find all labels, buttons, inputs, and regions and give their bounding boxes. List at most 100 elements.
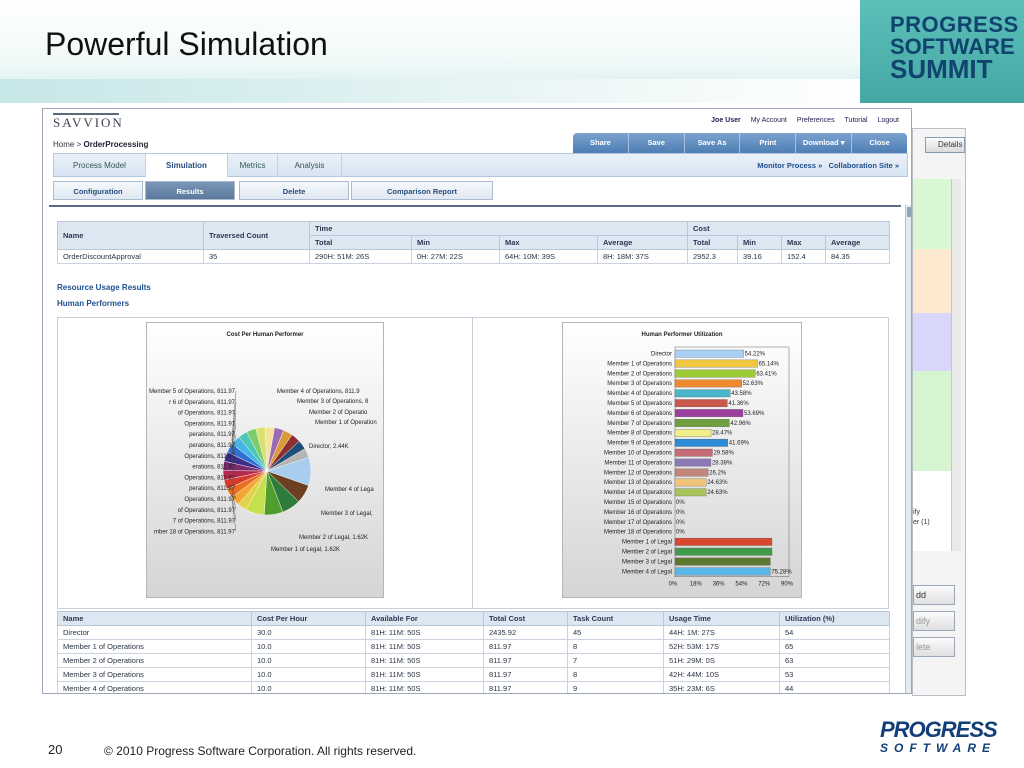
tab-metrics[interactable]: Metrics: [228, 154, 278, 177]
chart-divider: [472, 318, 473, 608]
bar-value-label: 75.28%: [771, 569, 792, 575]
col-cost-max: Max: [781, 235, 826, 250]
cell: 45: [567, 625, 664, 640]
collaboration-site-link[interactable]: Collaboration Site »: [829, 161, 899, 170]
details-button[interactable]: Details: [925, 137, 965, 153]
cell: 42H: 44M: 10S: [663, 667, 780, 682]
pie-label: 7 of Operations, 811.97: [173, 519, 236, 525]
table-row: Member 4 of Operations 10.0 81H: 11M: 50S 8…: [57, 681, 890, 693]
pie-label: Operations, 811.97: [184, 497, 235, 503]
background-scrollbar[interactable]: [951, 179, 961, 551]
bar-value-label: 24.63%: [707, 490, 728, 496]
share-button[interactable]: Share: [573, 133, 629, 153]
pie-label: Member 2 of Operatio: [309, 410, 368, 416]
cell: 44: [779, 681, 890, 693]
pie-label: Operations, 811.97: [184, 421, 235, 427]
subtab-delete[interactable]: Delete: [239, 181, 349, 200]
cell: 9: [567, 681, 664, 693]
bar-category-label: Member 4 of Legal: [622, 569, 672, 575]
cell: Member 4 of Operations: [57, 681, 252, 693]
bar-value-label: 52.63%: [743, 381, 764, 387]
bar: [674, 389, 731, 398]
cell: 54: [779, 625, 890, 640]
background-label-er: er (1): [913, 519, 930, 526]
bar-category-label: Member 15 of Operations: [604, 500, 672, 506]
bar-chart: Director 54.22% Member 1 of Operations 65.1…: [604, 346, 794, 588]
bar-value-label: 24.63%: [707, 480, 728, 486]
add-button[interactable]: dd: [913, 585, 955, 605]
activity-results-table: Name Traversed Count Time Cost Total Min…: [57, 221, 891, 264]
col-cost-per-hour: Cost Per Hour: [251, 611, 366, 626]
cell: OrderDiscountApproval: [57, 249, 204, 264]
bar-category-label: Member 9 of Operations: [607, 441, 672, 447]
cell: 2435.92: [483, 625, 568, 640]
logout-link[interactable]: Logout: [878, 117, 899, 124]
bar-value-label: 65.14%: [759, 361, 780, 367]
content-scrollbar[interactable]: [905, 205, 911, 693]
preferences-link[interactable]: Preferences: [797, 117, 835, 124]
print-button[interactable]: Print: [740, 133, 797, 153]
save-as-button[interactable]: Save As: [685, 133, 741, 153]
background-window: Details ify er (1) dd dify lete: [912, 128, 966, 696]
save-button[interactable]: Save: [629, 133, 685, 153]
bar-value-label: 54.22%: [745, 352, 766, 358]
cell: 51H: 29M: 0S: [663, 653, 780, 668]
human-performers-title: Human Performers: [57, 299, 130, 308]
bar-value-label: 28.47%: [712, 431, 733, 437]
tab-simulation[interactable]: Simulation: [146, 154, 228, 177]
bar-category-label: Member 13 of Operations: [604, 480, 672, 486]
savvion-logo: SAVVION: [53, 113, 124, 130]
delete-button-bg[interactable]: lete: [913, 637, 955, 657]
modify-button[interactable]: dify: [913, 611, 955, 631]
close-button[interactable]: Close: [852, 133, 907, 153]
breadcrumb-home[interactable]: Home: [53, 140, 74, 149]
subtab-configuration[interactable]: Configuration: [53, 181, 143, 200]
background-label-ify: ify: [913, 509, 920, 516]
tutorial-link[interactable]: Tutorial: [845, 117, 868, 124]
resource-usage-title: Resource Usage Results: [57, 283, 151, 292]
table-row: Member 1 of Operations 10.0 81H: 11M: 50S 8…: [57, 639, 890, 654]
logo-line1: PROGRESS: [880, 717, 998, 742]
subtab-results[interactable]: Results: [145, 181, 235, 200]
bar-category-label: Member 5 of Operations: [607, 401, 672, 407]
pie-leader-line: [231, 499, 237, 532]
user-name[interactable]: Joe User: [711, 117, 741, 124]
tab-analysis[interactable]: Analysis: [278, 154, 342, 177]
cell: Member 2 of Operations: [57, 653, 252, 668]
col-task-count: Task Count: [567, 611, 664, 626]
col-time-average: Average: [597, 235, 688, 250]
monitor-process-link[interactable]: Monitor Process »: [757, 161, 822, 170]
cell: 81H: 11M: 50S: [365, 639, 484, 654]
bar-category-label: Member 1 of Legal: [622, 540, 672, 546]
logo-line2: SOFTWARE: [880, 741, 996, 755]
bar-category-label: Member 1 of Operations: [607, 361, 672, 367]
bar-value-label: 28.38%: [712, 460, 733, 466]
action-toolbar: Share Save Save As Print Download ▾ Clos…: [573, 133, 907, 153]
bar: [674, 468, 709, 477]
cell: 63: [779, 653, 890, 668]
bar: [674, 409, 744, 417]
my-account-link[interactable]: My Account: [751, 117, 787, 124]
pie-label: Member 5 of Operations, 811.97: [149, 389, 236, 395]
bar: [674, 349, 744, 358]
bar-category-label: Member 17 of Operations: [604, 520, 672, 526]
cell: 10.0: [251, 639, 366, 654]
app-window: SAVVION Home > OrderProcessing Joe User …: [42, 108, 912, 694]
cell: 53: [779, 667, 890, 682]
x-tick-label: 36%: [713, 582, 726, 588]
tab-process-model[interactable]: Process Model: [54, 154, 146, 177]
copyright: © 2010 Progress Software Corporation. Al…: [104, 744, 417, 758]
table-row: OrderDiscountApproval 35 290H: 51M: 26S …: [57, 249, 891, 264]
cell: 152.4: [781, 249, 826, 264]
bar-value-label: 26.2%: [709, 470, 727, 476]
bar: [674, 567, 771, 576]
pie-label: Member 1 of Legal, 1.62K: [271, 547, 340, 553]
download-button[interactable]: Download ▾: [796, 133, 853, 153]
breadcrumb: Home > OrderProcessing: [53, 140, 148, 149]
scroll-thumb[interactable]: [907, 207, 911, 217]
cell: 30.0: [251, 625, 366, 640]
col-group-cost: Cost: [686, 221, 891, 236]
cell: 7: [567, 653, 664, 668]
subtab-comparison-report[interactable]: Comparison Report: [351, 181, 493, 200]
bar-category-label: Member 2 of Legal: [622, 550, 672, 556]
